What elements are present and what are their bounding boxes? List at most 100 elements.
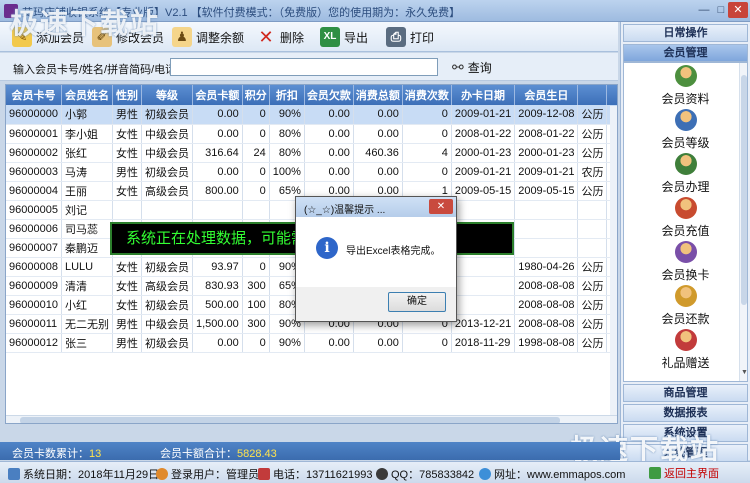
menu-item-member-recharge[interactable]: 会员充值: [624, 195, 747, 239]
nav-goods-management[interactable]: 商品管理: [623, 384, 748, 402]
delete-button[interactable]: ✕ 删除: [256, 25, 304, 49]
dialog-body: i 导出Excel表格完成。: [296, 217, 456, 287]
qq-icon: [376, 468, 388, 480]
table-cell: 0.00: [192, 105, 243, 125]
horizontal-scrollbar[interactable]: [6, 415, 617, 423]
column-header[interactable]: 消费总额: [353, 85, 403, 105]
table-cell: 96000008: [6, 257, 62, 277]
status-bar: 系统日期：2018年11月29日 登录用户：管理员 电话：13711621993…: [0, 461, 750, 483]
table-cell: 0.00: [353, 333, 403, 353]
table-cell: 公历: [577, 333, 608, 353]
table-cell: 中级会员: [141, 124, 193, 144]
table-cell: 1980-04-26: [514, 257, 579, 277]
print-button[interactable]: ⎙ 打印: [386, 25, 434, 49]
table-cell: 96000000: [6, 105, 62, 125]
table-row[interactable]: 96000002 张红 女性 中级会员 316.64 24 80% 0.00 460.36 4 20…: [6, 143, 617, 163]
status-phone: 电话：13711621993: [258, 466, 372, 482]
table-cell: 女性: [112, 295, 142, 315]
column-header[interactable]: 会员卡额: [192, 85, 243, 105]
table-cell: 公历: [577, 295, 608, 315]
table-row[interactable]: 96000012 张三 男性 初级会员 0.00 0 90% 0.00 0.00 0 2018-11…: [6, 333, 617, 353]
vertical-scrollbar[interactable]: [610, 106, 617, 416]
table-row[interactable]: 96000000 小郭 男性 初级会员 0.00 0 90% 0.00 0.00 0 2009-01…: [6, 105, 617, 125]
table-cell: 司马蕊: [61, 219, 113, 239]
column-header[interactable]: 会员姓名: [61, 85, 113, 105]
table-cell: 农历: [577, 162, 608, 182]
table-cell: 96000006: [6, 219, 62, 239]
table-cell: 李小姐: [61, 124, 113, 144]
column-header[interactable]: 办卡日期: [451, 85, 516, 105]
search-input[interactable]: [170, 58, 438, 76]
delete-icon: ✕: [258, 27, 274, 47]
dialog-close-button[interactable]: ✕: [429, 199, 453, 214]
table-cell: 无二无别: [61, 314, 113, 334]
column-header[interactable]: 折扣: [269, 85, 305, 105]
table-cell: [242, 200, 270, 220]
table-cell: 0: [402, 162, 452, 182]
close-button[interactable]: ✕: [728, 2, 748, 18]
table-cell: 王丽: [61, 181, 113, 201]
member-recharge-icon: [674, 197, 697, 219]
card-total: 会员卡额合计：5828.43: [160, 448, 277, 460]
add-member-button[interactable]: ✎ 添加会员: [12, 25, 84, 49]
column-header[interactable]: 联系电话: [606, 85, 617, 105]
table-cell: 初级会员: [141, 105, 193, 125]
menu-item-gift[interactable]: 礼品赠送: [624, 327, 747, 371]
adjust-balance-button[interactable]: ♟ 调整余额: [172, 25, 244, 49]
table-cell: 96000003: [6, 162, 62, 182]
edit-icon: ✐: [92, 27, 112, 47]
nav-data-reports[interactable]: 数据报表: [623, 404, 748, 422]
table-cell: 公历: [577, 257, 608, 277]
table-cell: 2009-01-21: [451, 105, 516, 125]
scroll-down-arrow-icon[interactable]: ▼: [740, 369, 747, 379]
column-header[interactable]: 消费次数: [402, 85, 452, 105]
excel-icon: XL: [320, 27, 340, 47]
nav-daily-operations[interactable]: 日常操作: [623, 24, 748, 42]
member-repay-icon: [674, 285, 697, 307]
table-cell: 小红: [61, 295, 113, 315]
column-header[interactable]: 性别: [112, 85, 142, 105]
table-cell: 500.00: [192, 295, 243, 315]
column-header[interactable]: 积分: [242, 85, 270, 105]
horizontal-scroll-thumb[interactable]: [20, 417, 560, 423]
dialog-title-bar: (☆_☆)温馨提示 ... ✕: [296, 197, 456, 217]
table-row[interactable]: 96000001 李小姐 女性 中级会员 0.00 0 80% 0.00 0.00 0 2008-0…: [6, 124, 617, 144]
table-cell: 0.00: [304, 162, 354, 182]
edit-member-button[interactable]: ✐ 修改会员: [92, 25, 164, 49]
menu-item-member-profile[interactable]: 会员资料: [624, 63, 747, 107]
table-cell: 公历: [577, 124, 608, 144]
nav-system-management[interactable]: 系统管理: [623, 444, 748, 462]
dialog-message: 导出Excel表格完成。: [346, 246, 441, 257]
column-header[interactable]: 会员生日: [514, 85, 579, 105]
menu-scrollbar[interactable]: ▼: [739, 63, 747, 381]
return-home-button[interactable]: 返回主界面: [645, 464, 723, 481]
info-icon: i: [316, 237, 338, 259]
table-cell: [514, 219, 579, 239]
table-cell: 0.00: [304, 124, 354, 144]
right-nav-panel: 日常操作 会员管理 会员资料 会员等级 会员办理 会员充值 会员换卡 会员还款: [620, 22, 750, 462]
menu-item-member-level[interactable]: 会员等级: [624, 107, 747, 151]
dialog-ok-button[interactable]: 确定: [388, 292, 446, 312]
export-button[interactable]: XL 导出: [320, 25, 368, 49]
user-money-icon: ♟: [172, 27, 192, 47]
home-icon: [649, 466, 661, 479]
table-cell: [112, 200, 142, 220]
query-button[interactable]: ⚯ 查询: [452, 57, 492, 77]
column-header[interactable]: [577, 85, 608, 105]
menu-item-member-register[interactable]: 会员办理: [624, 151, 747, 195]
window-title: 艾玛店铺收银系统【专业版】V2.1 【软件付费模式：（免费版）您的使用期为：永久…: [22, 7, 461, 19]
table-cell: 女性: [112, 124, 142, 144]
toolbar: ✎ 添加会员 ✐ 修改会员 ♟ 调整余额 ✕ 删除 XL 导出 ⎙ 打印: [0, 22, 618, 52]
column-header[interactable]: 会员欠款: [304, 85, 354, 105]
table-row[interactable]: 96000003 马涛 男性 初级会员 0.00 0 100% 0.00 0.00 0 2009-0…: [6, 162, 617, 182]
menu-item-member-repay[interactable]: 会员还款: [624, 283, 747, 327]
table-cell: [451, 257, 516, 277]
column-header[interactable]: 会员卡号: [6, 85, 62, 105]
column-header[interactable]: 等级: [141, 85, 193, 105]
menu-scroll-thumb[interactable]: [741, 75, 747, 305]
gift-icon: [674, 329, 697, 351]
nav-system-settings[interactable]: 系统设置: [623, 424, 748, 442]
menu-item-member-card-change[interactable]: 会员换卡: [624, 239, 747, 283]
table-cell: 公历: [577, 276, 608, 296]
nav-member-management[interactable]: 会员管理: [623, 44, 748, 62]
